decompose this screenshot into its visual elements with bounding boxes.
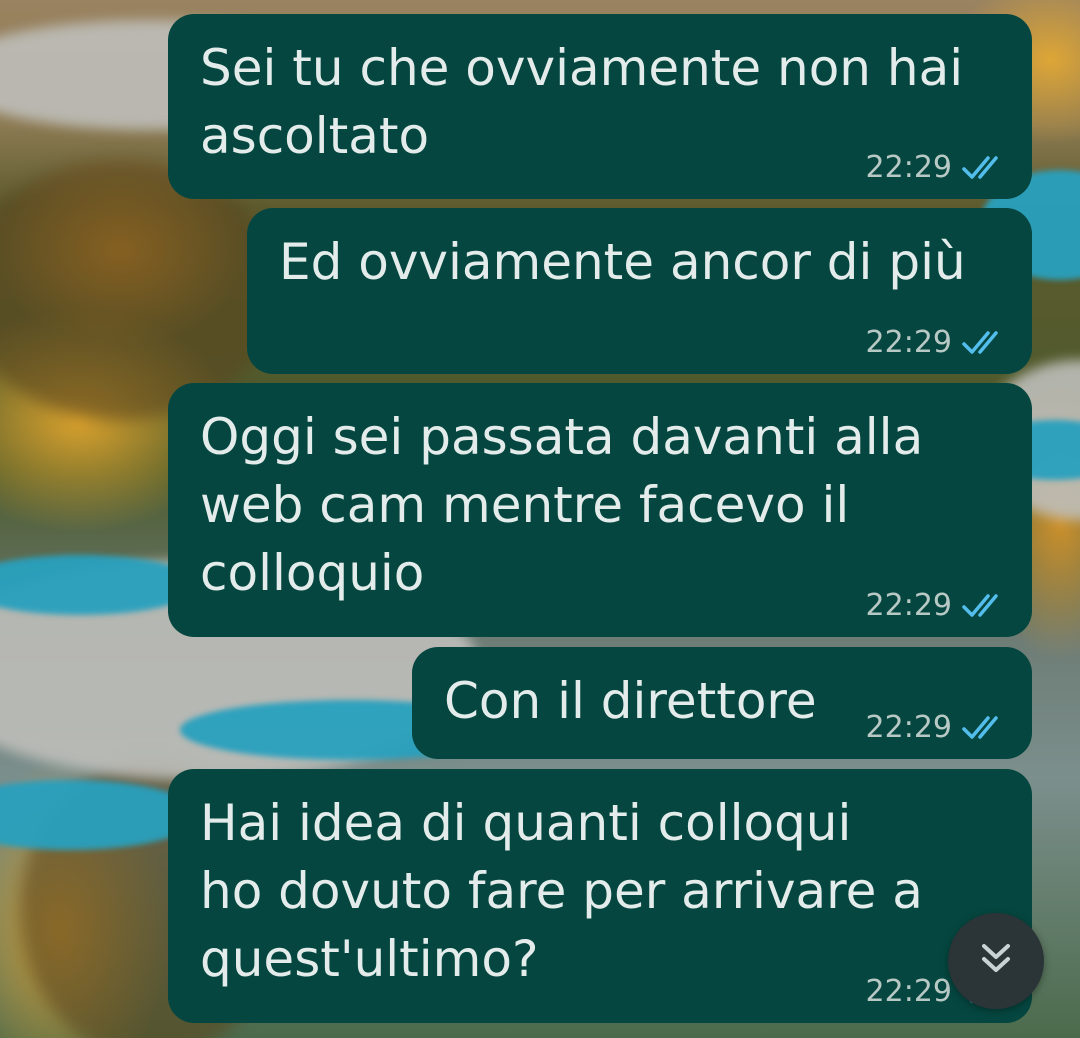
message-time: 22:29: [865, 974, 952, 1009]
scroll-to-bottom-button[interactable]: [948, 913, 1044, 1009]
double-check-icon: [962, 593, 1006, 619]
message-time: 22:29: [865, 710, 952, 745]
message-bubble[interactable]: Con il direttore 22:29: [412, 647, 1032, 759]
double-check-icon: [962, 330, 1006, 356]
message-text: Ed ovviamente ancor di più: [279, 233, 966, 291]
message-meta: 22:29: [866, 150, 1006, 185]
message-bubble[interactable]: Sei tu che ovviamente non hai ascoltato …: [168, 14, 1032, 199]
double-chevron-down-icon: [974, 937, 1018, 985]
message-bubble[interactable]: Ed ovviamente ancor di più 22:29: [247, 208, 1032, 374]
message-meta: 22:29: [866, 588, 1006, 623]
message-bubble[interactable]: Hai idea di quanti colloqui ho dovuto fa…: [168, 769, 1032, 1023]
double-check-icon: [962, 715, 1006, 741]
message-time: 22:29: [865, 150, 952, 185]
message-meta: 22:29: [866, 325, 1006, 360]
double-check-icon: [962, 155, 1006, 181]
message-text: Oggi sei passata davanti alla web cam me…: [200, 408, 924, 602]
message-meta: 22:29: [866, 710, 1006, 745]
message-bubble[interactable]: Oggi sei passata davanti alla web cam me…: [168, 383, 1032, 637]
message-time: 22:29: [865, 588, 952, 623]
message-text: Sei tu che ovviamente non hai ascoltato: [200, 39, 964, 165]
message-text: Hai idea di quanti colloqui ho dovuto fa…: [200, 794, 923, 988]
message-time: 22:29: [865, 325, 952, 360]
